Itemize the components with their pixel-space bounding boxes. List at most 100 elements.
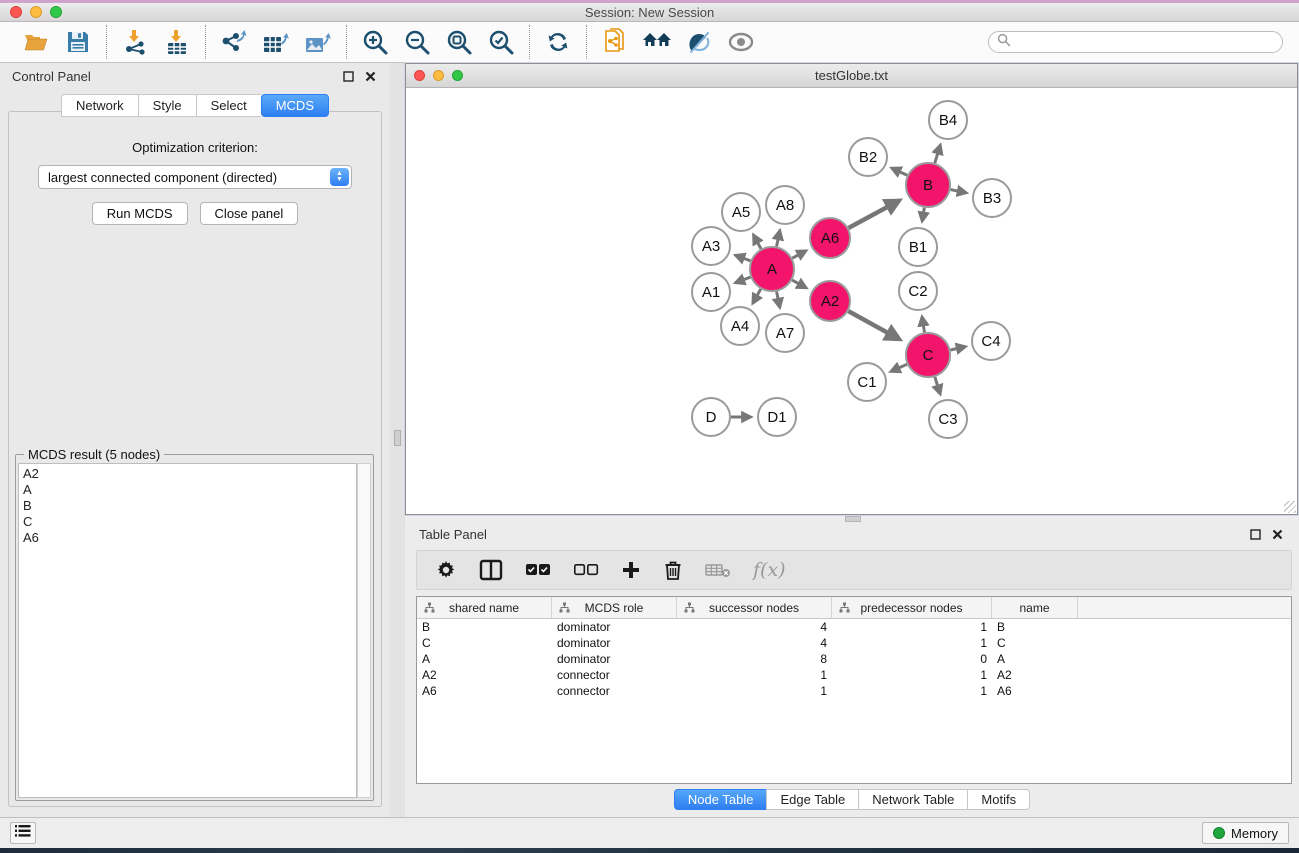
criterion-select[interactable]: largest connected component (directed) ▲… [38,165,352,189]
cell-name[interactable]: B [992,619,1078,635]
select-all-icon[interactable] [525,563,551,577]
tab-network[interactable]: Network [61,94,138,117]
hide-details-icon[interactable] [681,25,717,59]
column-view-icon[interactable] [479,559,503,581]
table-row[interactable]: Cdominator41C [417,635,1291,651]
zoom-in-icon[interactable] [357,25,393,59]
node-A8[interactable]: A8 [766,186,804,224]
task-history-button[interactable] [10,822,36,844]
node-C[interactable]: C [906,333,950,377]
node-D1[interactable]: D1 [758,398,796,436]
open-file-icon[interactable] [18,25,54,59]
resize-grip[interactable] [1284,501,1296,513]
home-network-icon[interactable] [639,25,675,59]
node-A[interactable]: A [750,247,794,291]
node-B1[interactable]: B1 [899,228,937,266]
edge-A-A5[interactable] [754,235,761,249]
memory-button[interactable]: Memory [1202,822,1289,844]
export-table-icon[interactable] [258,25,294,59]
column-header-successor-nodes[interactable]: successor nodes [677,597,832,618]
edge-B-B4[interactable] [935,145,941,163]
cell-shared-name[interactable]: A6 [417,683,552,699]
mcds-result-list[interactable]: A2ABCA6 [18,463,357,798]
delete-table-icon[interactable] [705,562,731,578]
save-session-icon[interactable] [60,25,96,59]
tab-node-table[interactable]: Node Table [674,789,767,810]
table-row[interactable]: A2connector11A2 [417,667,1291,683]
network-window-titlebar[interactable]: testGlobe.txt [406,64,1297,88]
cell-name[interactable]: A2 [992,667,1078,683]
node-A6[interactable]: A6 [810,218,850,258]
node-C1[interactable]: C1 [848,363,886,401]
export-image-icon[interactable] [300,25,336,59]
node-A2[interactable]: A2 [810,281,850,321]
zoom-fit-icon[interactable] [441,25,477,59]
node-C3[interactable]: C3 [929,400,967,438]
cell-successor-nodes[interactable]: 1 [677,683,832,699]
close-panel-button[interactable]: Close panel [200,202,299,225]
clone-network-icon[interactable] [597,25,633,59]
export-network-icon[interactable] [216,25,252,59]
tab-network-table[interactable]: Network Table [858,789,967,810]
column-header-predecessor-nodes[interactable]: predecessor nodes [832,597,992,618]
cell-name[interactable]: A [992,651,1078,667]
node-A1[interactable]: A1 [692,273,730,311]
node-B3[interactable]: B3 [973,179,1011,217]
edge-C-C2[interactable] [922,317,924,332]
edge-A-A8[interactable] [777,231,780,247]
cell-MCDS-role[interactable]: dominator [552,651,677,667]
cell-predecessor-nodes[interactable]: 1 [832,619,992,635]
edge-A-A3[interactable] [736,255,751,261]
edge-A-A4[interactable] [753,289,761,303]
node-A5[interactable]: A5 [722,193,760,231]
vertical-split-divider[interactable] [390,63,405,817]
edge-A-A6[interactable] [792,251,806,258]
edge-C-C4[interactable] [950,347,965,350]
node-B2[interactable]: B2 [849,138,887,176]
tab-edge-table[interactable]: Edge Table [766,789,858,810]
result-scrollbar[interactable] [357,463,371,798]
node-A4[interactable]: A4 [721,307,759,345]
tab-mcds[interactable]: MCDS [261,94,329,117]
edge-C-C1[interactable] [891,364,907,371]
close-table-panel-icon[interactable] [1269,527,1285,543]
node-A3[interactable]: A3 [692,227,730,265]
result-item[interactable]: B [23,498,352,514]
edge-B-B1[interactable] [922,208,924,221]
edge-A-A2[interactable] [792,280,806,288]
search-input[interactable] [1011,35,1282,49]
float-table-panel-icon[interactable] [1247,527,1263,543]
show-details-icon[interactable] [723,25,759,59]
cell-name[interactable]: A6 [992,683,1078,699]
function-builder-icon[interactable]: f(x) [753,559,786,581]
cell-successor-nodes[interactable]: 4 [677,635,832,651]
cell-name[interactable]: C [992,635,1078,651]
node-B4[interactable]: B4 [929,101,967,139]
cell-shared-name[interactable]: C [417,635,552,651]
edge-A-A7[interactable] [777,292,780,308]
tab-select[interactable]: Select [196,94,261,117]
table-row[interactable]: Bdominator41B [417,619,1291,635]
cell-predecessor-nodes[interactable]: 1 [832,683,992,699]
cell-predecessor-nodes[interactable]: 1 [832,667,992,683]
gear-icon[interactable] [435,559,457,581]
cell-predecessor-nodes[interactable]: 0 [832,651,992,667]
refresh-icon[interactable] [540,25,576,59]
node-A7[interactable]: A7 [766,314,804,352]
node-C2[interactable]: C2 [899,272,937,310]
column-header-MCDS-role[interactable]: MCDS role [552,597,677,618]
cell-successor-nodes[interactable]: 1 [677,667,832,683]
result-item[interactable]: A [23,482,352,498]
edge-A2-C[interactable] [848,311,899,339]
cell-shared-name[interactable]: A [417,651,552,667]
cell-MCDS-role[interactable]: dominator [552,635,677,651]
divider-handle[interactable] [394,430,401,446]
node-C4[interactable]: C4 [972,322,1010,360]
zoom-selected-icon[interactable] [483,25,519,59]
result-item[interactable]: A2 [23,466,352,482]
cell-predecessor-nodes[interactable]: 1 [832,635,992,651]
network-graph[interactable]: B4B2BB3A5A8A6A3B1AA1C2A2A4A7C4CC1C3DD1 [406,88,1297,514]
column-header-name[interactable]: name [992,597,1078,618]
result-item[interactable]: A6 [23,530,352,546]
cell-successor-nodes[interactable]: 8 [677,651,832,667]
